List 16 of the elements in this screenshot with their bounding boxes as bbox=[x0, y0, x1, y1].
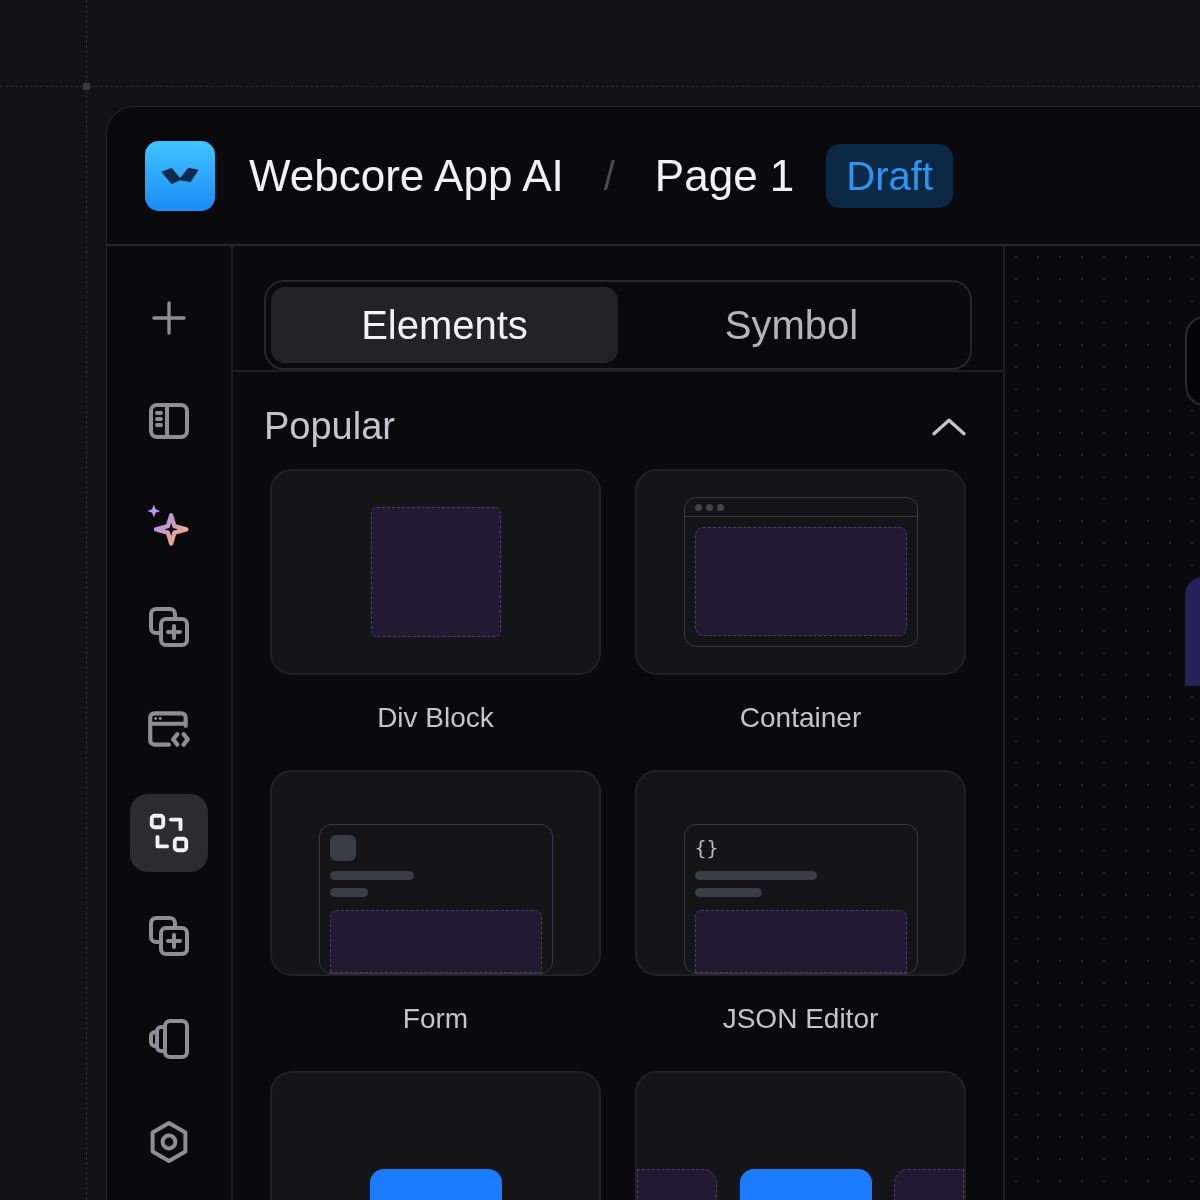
code-editor-preview: {} bbox=[683, 824, 918, 974]
app-name: Webcore App AI bbox=[249, 149, 564, 202]
element-card[interactable]: {} bbox=[635, 770, 966, 976]
tab[interactable]: Symbol bbox=[618, 287, 965, 363]
element-label: Div Block bbox=[377, 701, 494, 735]
element-label: Form bbox=[402, 1002, 469, 1036]
element-label: JSON Editor bbox=[722, 1002, 879, 1036]
app-logo-icon bbox=[145, 140, 215, 211]
rail-button[interactable] bbox=[130, 794, 208, 872]
page-name: Page 1 bbox=[654, 149, 795, 202]
element-label: Container bbox=[739, 701, 862, 735]
status-badge: Draft bbox=[826, 143, 953, 208]
breadcrumb-separator: / bbox=[603, 152, 615, 200]
tab[interactable]: Elements bbox=[271, 287, 618, 363]
section-title: Popular bbox=[264, 404, 395, 449]
guide-handle bbox=[83, 83, 90, 90]
